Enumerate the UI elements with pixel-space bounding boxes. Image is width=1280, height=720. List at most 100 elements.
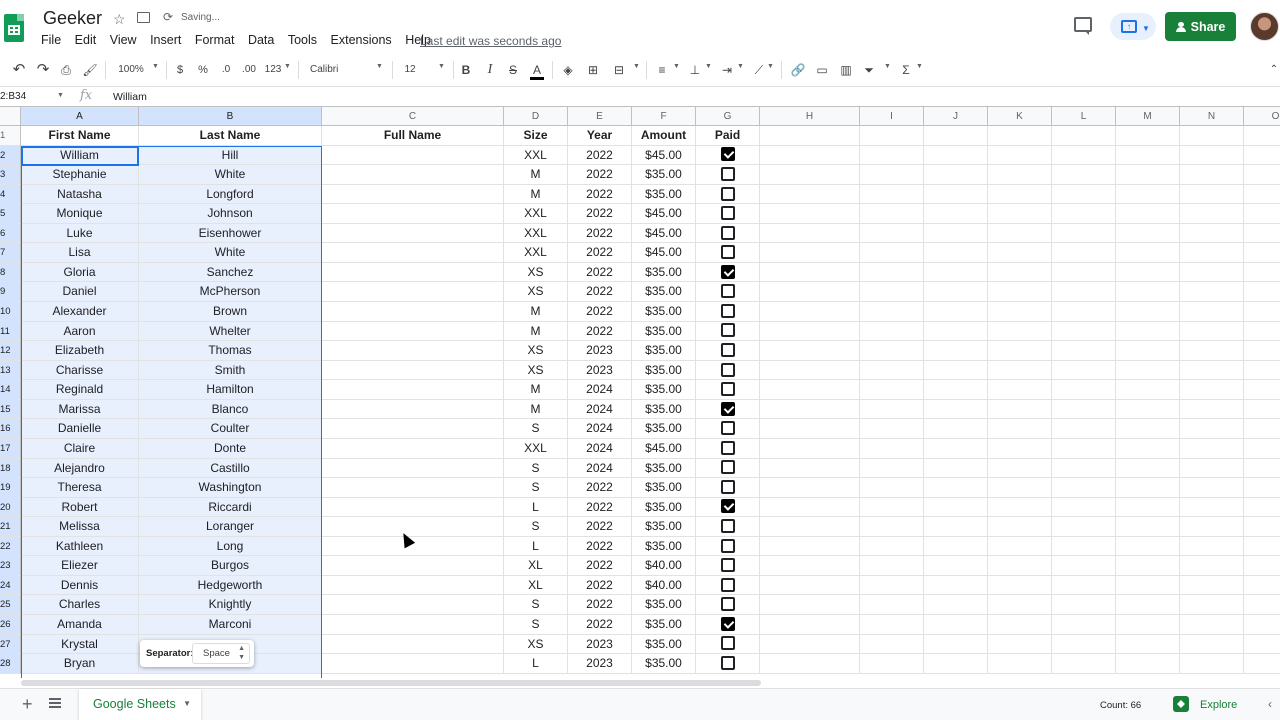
paid-cell[interactable] [696,575,760,596]
cell[interactable] [322,341,504,361]
column-header-m[interactable]: M [1116,107,1180,126]
size-cell[interactable]: XS [504,282,568,303]
row-header[interactable]: 17 [0,438,21,459]
strikethrough-button[interactable]: S [507,62,519,78]
cell[interactable] [1180,575,1244,596]
cell[interactable] [760,243,860,263]
year-cell[interactable]: 2022 [568,145,632,166]
column-header-a[interactable]: A [21,107,139,126]
paid-cell[interactable] [696,223,760,244]
row-header[interactable]: 19 [0,478,21,498]
paid-cell[interactable] [696,478,760,498]
currency-format-button[interactable]: $ [174,62,186,78]
last-cell[interactable]: Sanchez [139,262,322,283]
cell[interactable] [988,360,1052,381]
cell[interactable] [760,360,860,381]
last-cell[interactable]: Burgos [139,556,322,576]
cell[interactable] [860,243,924,263]
cell[interactable] [1180,165,1244,185]
cell[interactable] [322,419,504,439]
cell[interactable] [1116,243,1180,263]
cell[interactable] [924,223,988,244]
cell[interactable] [1052,615,1116,635]
amount-cell[interactable]: $35.00 [632,165,696,185]
size-cell[interactable]: S [504,478,568,498]
cell[interactable] [1116,184,1180,205]
cell[interactable] [1116,399,1180,420]
first-cell[interactable]: Monique [21,204,139,224]
cell[interactable] [322,204,504,224]
cell[interactable] [322,595,504,615]
row-header[interactable]: 28 [0,654,21,674]
amount-cell[interactable]: $35.00 [632,419,696,439]
cell[interactable] [322,302,504,322]
size-cell[interactable]: M [504,184,568,205]
row-header[interactable]: 18 [0,458,21,479]
cell[interactable] [988,615,1052,635]
menu-tools[interactable]: Tools [288,33,317,49]
cell[interactable] [760,517,860,537]
cell[interactable] [860,556,924,576]
paid-checkbox[interactable] [720,206,735,221]
cell[interactable] [860,615,924,635]
cell[interactable] [1116,478,1180,498]
spreadsheet-grid[interactable]: A B C D E F G H I J K L M N O 1 First Name Last Name Full … [0,106,1280,678]
horizontal-scrollbar[interactable] [21,680,761,686]
cell[interactable] [1180,634,1244,655]
amount-cell[interactable]: $35.00 [632,634,696,655]
size-cell[interactable]: L [504,654,568,674]
last-cell[interactable]: Riccardi [139,497,322,518]
cell[interactable] [860,517,924,537]
cell[interactable] [760,262,860,283]
paid-checkbox[interactable] [720,558,735,573]
paid-checkbox[interactable] [720,577,735,592]
text-color-button[interactable]: A [530,62,544,80]
first-cell[interactable]: Bryan [21,654,139,674]
cell[interactable] [1116,438,1180,459]
year-cell[interactable]: 2022 [568,243,632,263]
cell[interactable] [760,223,860,244]
menu-data[interactable]: Data [248,33,274,49]
select-all-corner[interactable] [0,107,21,126]
cell[interactable] [1052,165,1116,185]
cell[interactable] [760,341,860,361]
first-cell[interactable]: Aaron [21,321,139,342]
year-cell[interactable]: 2022 [568,595,632,615]
undo-icon[interactable]: ↶ [11,62,27,78]
cell[interactable] [860,341,924,361]
cell[interactable] [1180,262,1244,283]
header-cell[interactable]: Size [504,126,568,146]
cell[interactable] [988,282,1052,303]
column-header-j[interactable]: J [924,107,988,126]
paid-checkbox[interactable] [720,616,735,631]
cell[interactable] [1244,556,1280,576]
cell[interactable] [1244,517,1280,537]
last-cell[interactable]: Hamilton [139,380,322,400]
amount-cell[interactable]: $35.00 [632,536,696,557]
cell[interactable] [760,204,860,224]
cell[interactable] [760,634,860,655]
column-header-e[interactable]: E [568,107,632,126]
paid-checkbox[interactable] [720,499,735,514]
last-cell[interactable]: Longford [139,184,322,205]
paid-cell[interactable] [696,419,760,439]
row-header[interactable]: 9 [0,282,21,303]
cell[interactable] [988,595,1052,615]
row-header[interactable]: 20 [0,497,21,518]
cell[interactable] [322,184,504,205]
cell[interactable] [860,282,924,303]
last-cell[interactable]: Marconi [139,615,322,635]
paid-cell[interactable] [696,654,760,674]
size-cell[interactable]: XS [504,262,568,283]
row-header[interactable]: 25 [0,595,21,615]
cell[interactable] [1180,380,1244,400]
cell[interactable] [988,165,1052,185]
first-cell[interactable]: William [21,145,139,166]
paid-cell[interactable] [696,615,760,635]
amount-cell[interactable]: $35.00 [632,458,696,479]
cell[interactable] [988,223,1052,244]
cell[interactable] [988,517,1052,537]
cell[interactable] [1052,223,1116,244]
increase-decimal-button[interactable]: .00 [239,62,259,78]
size-cell[interactable]: XXL [504,223,568,244]
